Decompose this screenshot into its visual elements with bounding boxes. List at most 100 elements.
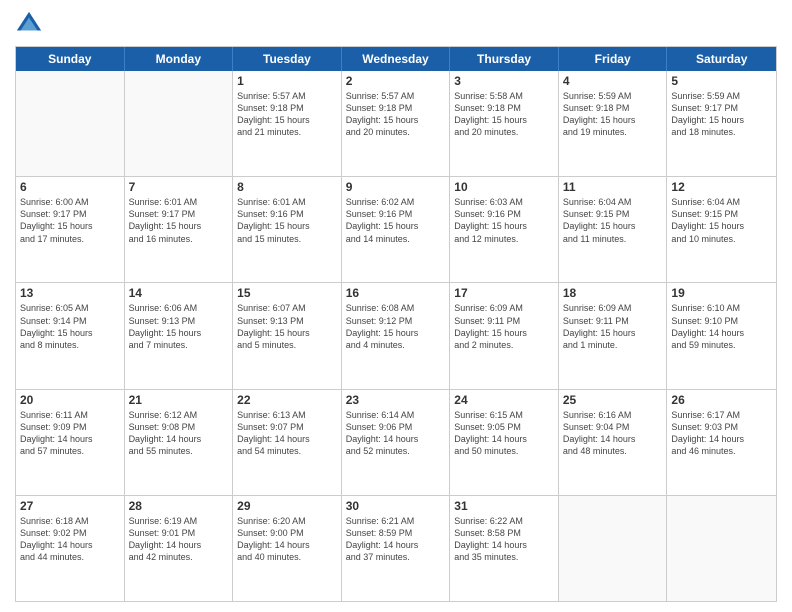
day-info-line: Daylight: 14 hours xyxy=(346,433,446,445)
day-number: 15 xyxy=(237,286,337,300)
day-info-line: Sunrise: 5:59 AM xyxy=(671,90,772,102)
day-info-line: and 16 minutes. xyxy=(129,233,229,245)
day-info-line: Sunset: 9:13 PM xyxy=(237,315,337,327)
day-info-line: Sunset: 9:17 PM xyxy=(129,208,229,220)
header-day-sunday: Sunday xyxy=(16,47,125,71)
day-number: 9 xyxy=(346,180,446,194)
day-cell-6: 6Sunrise: 6:00 AMSunset: 9:17 PMDaylight… xyxy=(16,177,125,282)
day-info-line: Sunset: 9:05 PM xyxy=(454,421,554,433)
day-info-line: Daylight: 14 hours xyxy=(671,327,772,339)
week-row-5: 27Sunrise: 6:18 AMSunset: 9:02 PMDayligh… xyxy=(16,496,776,601)
day-cell-14: 14Sunrise: 6:06 AMSunset: 9:13 PMDayligh… xyxy=(125,283,234,388)
empty-cell xyxy=(559,496,668,601)
day-info-line: and 4 minutes. xyxy=(346,339,446,351)
day-cell-29: 29Sunrise: 6:20 AMSunset: 9:00 PMDayligh… xyxy=(233,496,342,601)
day-info-line: and 55 minutes. xyxy=(129,445,229,457)
day-number: 18 xyxy=(563,286,663,300)
day-info-line: and 42 minutes. xyxy=(129,551,229,563)
day-info-line: Sunset: 9:02 PM xyxy=(20,527,120,539)
day-info-line: Daylight: 15 hours xyxy=(346,327,446,339)
day-cell-9: 9Sunrise: 6:02 AMSunset: 9:16 PMDaylight… xyxy=(342,177,451,282)
day-info-line: Sunrise: 6:04 AM xyxy=(671,196,772,208)
day-info-line: and 44 minutes. xyxy=(20,551,120,563)
day-number: 4 xyxy=(563,74,663,88)
day-info-line: and 52 minutes. xyxy=(346,445,446,457)
day-info-line: and 21 minutes. xyxy=(237,126,337,138)
day-info-line: and 11 minutes. xyxy=(563,233,663,245)
day-cell-8: 8Sunrise: 6:01 AMSunset: 9:16 PMDaylight… xyxy=(233,177,342,282)
day-info-line: Sunrise: 5:57 AM xyxy=(346,90,446,102)
empty-cell xyxy=(125,71,234,176)
page: SundayMondayTuesdayWednesdayThursdayFrid… xyxy=(0,0,792,612)
day-info-line: Daylight: 15 hours xyxy=(454,114,554,126)
logo-icon xyxy=(15,10,43,38)
day-info-line: Sunrise: 6:09 AM xyxy=(454,302,554,314)
day-number: 1 xyxy=(237,74,337,88)
day-cell-5: 5Sunrise: 5:59 AMSunset: 9:17 PMDaylight… xyxy=(667,71,776,176)
day-number: 29 xyxy=(237,499,337,513)
day-info-line: and 5 minutes. xyxy=(237,339,337,351)
day-info-line: Sunset: 8:58 PM xyxy=(454,527,554,539)
day-info-line: Sunrise: 5:59 AM xyxy=(563,90,663,102)
day-info-line: Daylight: 14 hours xyxy=(129,539,229,551)
header-day-wednesday: Wednesday xyxy=(342,47,451,71)
day-info-line: Sunset: 9:11 PM xyxy=(454,315,554,327)
day-info-line: and 59 minutes. xyxy=(671,339,772,351)
day-number: 19 xyxy=(671,286,772,300)
day-info-line: and 14 minutes. xyxy=(346,233,446,245)
day-info-line: and 35 minutes. xyxy=(454,551,554,563)
day-number: 27 xyxy=(20,499,120,513)
day-number: 31 xyxy=(454,499,554,513)
day-cell-19: 19 Sunrise: 6:10 AMSunset: 9:10 PMDayligh… xyxy=(667,283,776,388)
header-day-thursday: Thursday xyxy=(450,47,559,71)
week-row-4: 20Sunrise: 6:11 AMSunset: 9:09 PMDayligh… xyxy=(16,390,776,496)
day-cell-23: 23Sunrise: 6:14 AMSunset: 9:06 PMDayligh… xyxy=(342,390,451,495)
day-info-line: Daylight: 15 hours xyxy=(237,220,337,232)
day-info-line: Sunrise: 6:10 AM xyxy=(671,302,772,314)
day-cell-27: 27Sunrise: 6:18 AMSunset: 9:02 PMDayligh… xyxy=(16,496,125,601)
day-info-line: Sunrise: 6:13 AM xyxy=(237,409,337,421)
day-info-line: Sunrise: 5:58 AM xyxy=(454,90,554,102)
day-cell-12: 12Sunrise: 6:04 AMSunset: 9:15 PMDayligh… xyxy=(667,177,776,282)
day-cell-26: 26Sunrise: 6:17 AMSunset: 9:03 PMDayligh… xyxy=(667,390,776,495)
day-cell-10: 10Sunrise: 6:03 AMSunset: 9:16 PMDayligh… xyxy=(450,177,559,282)
day-info-line: Sunrise: 6:00 AM xyxy=(20,196,120,208)
day-info-line: Daylight: 15 hours xyxy=(563,327,663,339)
day-number: 21 xyxy=(129,393,229,407)
day-info-line: Daylight: 15 hours xyxy=(346,220,446,232)
day-info-line: Daylight: 15 hours xyxy=(129,220,229,232)
day-number: 2 xyxy=(346,74,446,88)
day-info-line: Daylight: 15 hours xyxy=(563,220,663,232)
header-day-friday: Friday xyxy=(559,47,668,71)
day-info-line: Sunrise: 6:15 AM xyxy=(454,409,554,421)
day-info-line: Sunset: 9:06 PM xyxy=(346,421,446,433)
day-info-line: Daylight: 14 hours xyxy=(454,433,554,445)
day-number: 3 xyxy=(454,74,554,88)
day-info-line: and 19 minutes. xyxy=(563,126,663,138)
day-info-line: and 57 minutes. xyxy=(20,445,120,457)
day-number: 25 xyxy=(563,393,663,407)
day-info-line: and 50 minutes. xyxy=(454,445,554,457)
day-number: 16 xyxy=(346,286,446,300)
day-info-line: Daylight: 15 hours xyxy=(237,327,337,339)
day-info-line: Sunset: 9:03 PM xyxy=(671,421,772,433)
day-info-line: Sunset: 9:10 PM xyxy=(671,315,772,327)
day-info-line: and 20 minutes. xyxy=(346,126,446,138)
day-info-line: and 40 minutes. xyxy=(237,551,337,563)
day-info-line: Daylight: 15 hours xyxy=(346,114,446,126)
day-cell-11: 11Sunrise: 6:04 AMSunset: 9:15 PMDayligh… xyxy=(559,177,668,282)
day-info-line: Daylight: 15 hours xyxy=(237,114,337,126)
day-info-line: Sunset: 9:18 PM xyxy=(346,102,446,114)
day-number: 26 xyxy=(671,393,772,407)
logo xyxy=(15,10,47,38)
header xyxy=(15,10,777,38)
header-day-saturday: Saturday xyxy=(667,47,776,71)
day-info-line: Sunset: 9:18 PM xyxy=(454,102,554,114)
day-info-line: Sunrise: 6:06 AM xyxy=(129,302,229,314)
day-info-line: Sunset: 9:17 PM xyxy=(20,208,120,220)
calendar-header: SundayMondayTuesdayWednesdayThursdayFrid… xyxy=(16,47,776,71)
day-number: 5 xyxy=(671,74,772,88)
empty-cell xyxy=(667,496,776,601)
day-info-line: Sunrise: 6:21 AM xyxy=(346,515,446,527)
day-number: 7 xyxy=(129,180,229,194)
